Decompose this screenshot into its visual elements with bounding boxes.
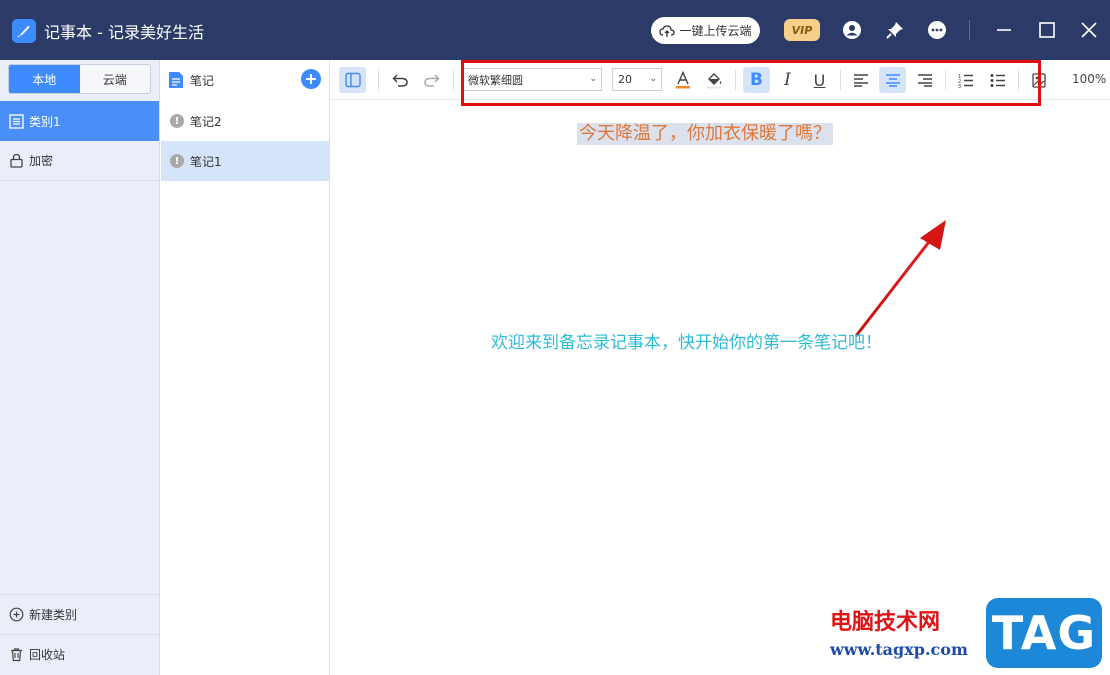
user-icon[interactable] [840,18,864,42]
sidebar-panel-icon [344,72,361,88]
recycle-bin-button[interactable]: 回收站 [0,634,159,674]
lock-icon [10,153,23,168]
add-note-button[interactable] [301,69,321,89]
upload-cloud-button[interactable]: 一键上传云端 [651,17,760,44]
watermark-site-name: 电脑技术网 [830,610,941,635]
redo-icon [424,74,440,87]
watermark-tag-logo: TAG [986,598,1102,668]
cloud-upload-icon [659,24,676,37]
list-icon [9,113,24,129]
note-file-icon [169,72,183,88]
editor-pane: 微软繁细圆 ⌄ 20 ⌄ B I U 123 100% 今天降温了，你加衣保暖了… [331,60,1110,675]
redo-button[interactable] [418,67,445,93]
trash-icon [11,648,22,662]
watermark-url: www.tagxp.com [830,640,968,659]
new-category-button[interactable]: 新建类别 [0,594,159,634]
minimize-icon[interactable] [992,18,1016,42]
warning-icon: ! [170,114,184,128]
maximize-icon[interactable] [1035,18,1059,42]
tab-cloud[interactable]: 云端 [80,65,151,93]
toolbar-divider [453,70,454,90]
upload-cloud-label: 一键上传云端 [679,24,752,38]
warning-icon: ! [170,154,184,168]
zoom-level[interactable]: 100% [1072,72,1106,86]
list-item[interactable]: ! 笔记2 [161,101,329,141]
add-circle-icon [9,607,24,622]
tab-local[interactable]: 本地 [9,65,80,93]
more-icon[interactable] [925,18,949,42]
note-content-selected-text[interactable]: 今天降温了，你加衣保暖了嗎？ [577,123,833,145]
note-title: 笔记1 [190,154,222,169]
notes-list: 笔记 ! 笔记2 ! 笔记1 [160,60,330,675]
sidebar-item-label: 加密 [29,154,54,168]
vip-badge[interactable]: VIP [784,19,820,41]
new-category-label: 新建类别 [29,608,78,622]
undo-button[interactable] [387,67,414,93]
close-icon[interactable] [1077,18,1101,42]
undo-icon [392,74,408,87]
plus-icon [306,74,316,84]
sidebar-item-label: 类别1 [29,114,61,129]
storage-toggle: 本地 云端 [8,64,151,94]
list-item[interactable]: ! 笔记1 [161,141,329,181]
category-sidebar: 本地 云端 类别1 加密 新建类别 回收站 [0,60,160,675]
app-title: 记事本 - 记录美好生活 [44,23,204,42]
notes-header-label: 笔记 [190,73,215,88]
feather-icon [12,19,36,43]
toggle-sidebar-button[interactable] [339,67,366,93]
note-title: 笔记2 [190,114,222,129]
toolbar-divider [378,70,379,90]
recycle-bin-label: 回收站 [29,648,66,662]
sidebar-item-category1[interactable]: 类别1 [0,101,159,141]
title-bar: 记事本 - 记录美好生活 一键上传云端 VIP [0,0,1110,60]
titlebar-divider [969,20,970,40]
sidebar-item-encrypt[interactable]: 加密 [0,141,159,181]
annotation-highlight-box [461,60,1041,106]
welcome-message: 欢迎来到备忘录记事本，快开始你的第一条笔记吧！ [491,333,882,353]
annotation-arrow-icon [854,220,946,337]
pin-icon[interactable] [883,18,907,42]
